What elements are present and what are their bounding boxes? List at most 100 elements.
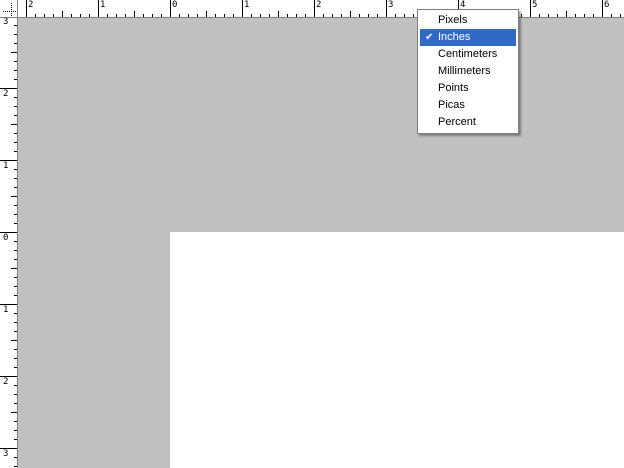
ruler-label: 0 xyxy=(172,0,178,10)
menu-item-label: Points xyxy=(438,82,469,94)
ruler-minor-tick xyxy=(14,187,17,188)
ruler-major-tick xyxy=(170,0,171,17)
ruler-minor-tick xyxy=(557,14,558,17)
ruler-minor-tick xyxy=(368,14,369,17)
ruler-origin-corner[interactable] xyxy=(0,0,18,18)
ruler-minor-tick xyxy=(548,14,549,17)
ruler-minor-tick xyxy=(14,214,17,215)
ruler-minor-tick xyxy=(206,11,207,17)
ruler-minor-tick xyxy=(14,205,17,206)
menu-item-picas[interactable]: Picas xyxy=(420,97,516,114)
ruler-minor-tick xyxy=(116,14,117,17)
ruler-minor-tick xyxy=(260,14,261,17)
ruler-minor-tick xyxy=(278,11,279,17)
ruler-minor-tick xyxy=(14,322,17,323)
ruler-label: 2 xyxy=(316,0,322,10)
ruler-minor-tick xyxy=(11,268,17,269)
ruler-major-tick xyxy=(98,0,99,17)
ruler-minor-tick xyxy=(14,115,17,116)
ruler-minor-tick xyxy=(89,14,90,17)
ruler-minor-tick xyxy=(413,14,414,17)
ruler-minor-tick xyxy=(14,106,17,107)
ruler-minor-tick xyxy=(14,223,17,224)
ruler-minor-tick xyxy=(224,14,225,17)
ruler-label: 1 xyxy=(3,305,9,315)
menu-item-percent[interactable]: Percent xyxy=(420,114,516,131)
ruler-minor-tick xyxy=(197,14,198,17)
ruler-minor-tick xyxy=(14,241,17,242)
ruler-minor-tick xyxy=(539,14,540,17)
ruler-minor-tick xyxy=(188,14,189,17)
ruler-minor-tick xyxy=(14,25,17,26)
ruler-minor-tick xyxy=(521,14,522,17)
ruler-minor-tick xyxy=(14,43,17,44)
ruler-minor-tick xyxy=(14,421,17,422)
ruler-label: 5 xyxy=(532,0,538,10)
ruler-minor-tick xyxy=(323,14,324,17)
ruler-minor-tick xyxy=(11,196,17,197)
ruler-minor-tick xyxy=(332,14,333,17)
ruler-minor-tick xyxy=(71,14,72,17)
ruler-minor-tick xyxy=(179,14,180,17)
ruler-minor-tick xyxy=(14,169,17,170)
ruler-minor-tick xyxy=(143,14,144,17)
page-area[interactable] xyxy=(170,232,624,468)
ruler-minor-tick xyxy=(14,331,17,332)
document-canvas: 210123456 3210123 Pixels ✔ Inches Centimete… xyxy=(0,0,624,468)
ruler-minor-tick xyxy=(305,14,306,17)
ruler-major-tick xyxy=(26,0,27,17)
menu-item-label: Centimeters xyxy=(438,48,498,60)
menu-item-centimeters[interactable]: Centimeters xyxy=(420,46,516,63)
menu-item-label: Millimeters xyxy=(438,65,491,77)
ruler-minor-tick xyxy=(35,14,36,17)
ruler-label: 0 xyxy=(3,233,9,243)
ruler-major-tick xyxy=(602,0,603,17)
ruler-minor-tick xyxy=(14,439,17,440)
ruler-minor-tick xyxy=(14,178,17,179)
ruler-major-tick xyxy=(386,0,387,17)
ruler-minor-tick xyxy=(14,295,17,296)
ruler-minor-tick xyxy=(350,11,351,17)
ruler-minor-tick xyxy=(14,457,17,458)
checkmark-icon: ✔ xyxy=(425,32,434,43)
ruler-minor-tick xyxy=(14,385,17,386)
ruler-minor-tick xyxy=(14,79,17,80)
vertical-ruler[interactable]: 3 2 1 0 1 2 3 xyxy=(0,18,18,468)
ruler-major-tick xyxy=(530,0,531,17)
ruler-minor-tick xyxy=(44,14,45,17)
ruler-minor-tick xyxy=(14,313,17,314)
ruler-minor-tick xyxy=(566,11,567,17)
ruler-minor-tick xyxy=(14,61,17,62)
ruler-minor-tick xyxy=(287,14,288,17)
ruler-minor-tick xyxy=(377,14,378,17)
ruler-minor-tick xyxy=(584,14,585,17)
ruler-minor-tick xyxy=(611,14,612,17)
menu-item-label: Pixels xyxy=(438,14,468,26)
menu-item-points[interactable]: Points xyxy=(420,80,516,97)
ruler-origin-crosshair-v xyxy=(11,3,12,16)
ruler-minor-tick xyxy=(14,367,17,368)
ruler-label: 2 xyxy=(3,89,9,99)
ruler-label: 6 xyxy=(604,0,610,10)
ruler-label: 2 xyxy=(3,377,9,387)
ruler-major-tick xyxy=(242,0,243,17)
menu-item-pixels[interactable]: Pixels xyxy=(420,12,516,29)
ruler-minor-tick xyxy=(161,14,162,17)
menu-item-inches[interactable]: ✔ Inches xyxy=(420,29,516,46)
ruler-minor-tick xyxy=(11,340,17,341)
ruler-label: 3 xyxy=(3,449,9,459)
ruler-minor-tick xyxy=(575,14,576,17)
ruler-minor-tick xyxy=(14,97,17,98)
menu-item-millimeters[interactable]: Millimeters xyxy=(420,63,516,80)
ruler-minor-tick xyxy=(14,358,17,359)
horizontal-ruler[interactable]: 210123456 xyxy=(18,0,624,18)
ruler-minor-tick xyxy=(11,52,17,53)
ruler-minor-tick xyxy=(359,14,360,17)
ruler-minor-tick xyxy=(215,14,216,17)
ruler-minor-tick xyxy=(14,277,17,278)
ruler-minor-tick xyxy=(14,286,17,287)
ruler-major-tick xyxy=(314,0,315,17)
ruler-origin-crosshair-h xyxy=(3,11,16,12)
ruler-minor-tick xyxy=(14,34,17,35)
menu-item-label: Percent xyxy=(438,116,476,128)
